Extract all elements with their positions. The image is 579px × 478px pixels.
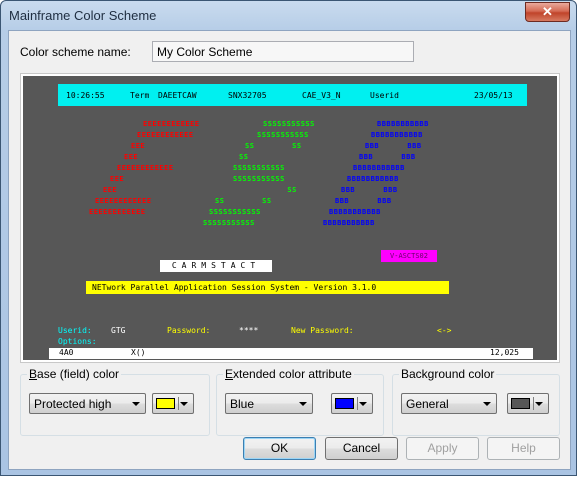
background-color-combo[interactable]: General xyxy=(401,393,497,414)
chevron-down-icon xyxy=(180,402,188,406)
logo-right-row: BBBBBBBBBBB xyxy=(377,120,429,128)
background-color-swatch xyxy=(511,398,530,409)
dialog-client-area: Color scheme name: My Color Scheme 10:26… xyxy=(8,30,571,470)
dialog-window: Mainframe Color Scheme ✕ Color scheme na… xyxy=(0,0,577,476)
logo-middle-row: SSSSSSSSSSS xyxy=(257,131,309,139)
close-button[interactable]: ✕ xyxy=(525,2,570,22)
status-mid: X() xyxy=(131,348,146,357)
base-color-accesskey: B xyxy=(29,367,38,381)
status-right: 12,025 xyxy=(490,348,519,357)
terminal-preview[interactable]: 10:26:55 Term DAEETCAW SNX32705 CAE_V3_N… xyxy=(23,76,557,360)
header-userid-label: Userid xyxy=(370,91,399,100)
header-bar: 10:26:55 Term DAEETCAW SNX32705 CAE_V3_N… xyxy=(58,84,527,106)
logo-left-row: EEEEEEEEEEEE xyxy=(117,164,174,172)
header-term: DAEETCAW xyxy=(158,91,197,100)
base-color-label: Base (field) color xyxy=(27,367,122,381)
extended-color-group: Extended color attribute Blue xyxy=(216,367,384,436)
logo-left-row: EEEEEEEEEEEE xyxy=(137,131,194,139)
chevron-down-icon xyxy=(359,402,367,406)
options-label: Options: xyxy=(58,337,97,346)
base-color-picker[interactable] xyxy=(152,393,194,414)
base-color-label-text: ase (field) color xyxy=(37,367,120,381)
password-value: **** xyxy=(239,326,259,335)
divider xyxy=(533,397,534,410)
logo-middle-row: SS xyxy=(239,153,249,161)
divider xyxy=(357,397,358,410)
header-snx: SNX32705 xyxy=(228,91,267,100)
scheme-name-input[interactable]: My Color Scheme xyxy=(152,41,414,62)
logo-right-row: BBB BBB xyxy=(359,153,416,161)
chevron-down-icon xyxy=(299,402,307,406)
chevron-down-icon xyxy=(132,402,140,406)
password-label: Password: xyxy=(167,326,211,335)
base-color-group: Base (field) color Protected high xyxy=(20,367,210,436)
extended-color-picker[interactable] xyxy=(331,393,373,414)
base-color-combo-value: Protected high xyxy=(34,397,112,411)
close-icon: ✕ xyxy=(542,4,553,19)
header-time: 10:26:55 xyxy=(66,91,105,100)
background-color-combo-value: General xyxy=(406,397,449,411)
apply-button[interactable]: Apply xyxy=(406,437,479,460)
company-banner: CARMSTACT xyxy=(160,260,272,272)
logo-middle-row: SS SS xyxy=(245,142,302,150)
background-color-group: Background color General xyxy=(392,367,560,436)
userid-value: GTG xyxy=(111,326,126,335)
chevron-down-icon xyxy=(535,402,543,406)
logo-right-row: BBBBBBBBBBB xyxy=(323,219,375,227)
header-date: 23/05/13 xyxy=(474,91,513,100)
chevron-down-icon xyxy=(483,402,491,406)
logo-left-row: EEEEEEEEEEEE xyxy=(95,197,152,205)
scheme-name-label: Color scheme name: xyxy=(20,45,131,59)
header-applid: CAE_V3_N xyxy=(302,91,341,100)
logo-right-row: BBB BBB xyxy=(335,197,392,205)
logo-left-row: EEE xyxy=(110,175,125,183)
product-banner: NETwork Parallel Application Session Sys… xyxy=(86,281,449,294)
field-arrow: <-> xyxy=(437,326,452,335)
logo-middle-row: SSSSSSSSSSS xyxy=(209,208,261,216)
logo-middle-row: SSSSSSSSSSS xyxy=(233,164,285,172)
ok-button[interactable]: OK xyxy=(243,437,316,460)
status-left: 4A0 xyxy=(59,348,74,357)
new-password-label: New Password: xyxy=(291,326,354,335)
help-button[interactable]: Help xyxy=(487,437,560,460)
extended-color-label-text: xtended color attribute xyxy=(233,367,352,381)
extended-color-label: Extended color attribute xyxy=(223,367,354,381)
logo-middle-row: SSSSSSSSSSS xyxy=(203,219,255,227)
divider xyxy=(178,397,179,410)
base-color-swatch xyxy=(156,398,175,409)
logo-right-row: BBBBBBBBBBB xyxy=(347,175,399,183)
header-term-label: Term xyxy=(130,91,150,100)
logo-left-row: EEEEEEEEEEEE xyxy=(143,120,200,128)
logo-middle-row: SSSSSSSSSSS xyxy=(233,175,285,183)
logo-left-row: EEEEEEEEEEEE xyxy=(89,208,146,216)
base-color-combo[interactable]: Protected high xyxy=(29,393,146,414)
extended-color-swatch xyxy=(335,398,354,409)
logo-middle-row: SS SS xyxy=(215,197,272,205)
version-badge: V-ASCTS02 xyxy=(381,250,437,262)
background-color-picker[interactable] xyxy=(507,393,549,414)
title-bar[interactable]: Mainframe Color Scheme ✕ xyxy=(1,1,576,29)
logo-right-row: BBBBBBBBBBB xyxy=(353,164,405,172)
extended-color-combo[interactable]: Blue xyxy=(225,393,313,414)
extended-color-accesskey: E xyxy=(225,367,234,381)
cancel-button[interactable]: Cancel xyxy=(325,437,398,460)
logo-right-row: BBB BBB xyxy=(341,186,398,194)
userid-label: Userid: xyxy=(58,326,92,335)
logo-middle-row: SSSSSSSSSSS xyxy=(263,120,315,128)
window-title: Mainframe Color Scheme xyxy=(9,8,157,23)
logo-middle-row: SS xyxy=(245,186,297,194)
preview-frame: 10:26:55 Term DAEETCAW SNX32705 CAE_V3_N… xyxy=(20,73,560,363)
logo-left-row: EEE xyxy=(103,186,118,194)
status-line: 4A0 X() 12,025 xyxy=(49,348,533,359)
logo-left-row: EEE xyxy=(131,142,146,150)
logo-left-row: EEE xyxy=(124,153,139,161)
logo-right-row: BBB BBB xyxy=(365,142,422,150)
logo-right-row: BBBBBBBBBBB xyxy=(371,131,423,139)
extended-color-combo-value: Blue xyxy=(230,397,255,411)
logo-right-row: BBBBBBBBBBB xyxy=(329,208,381,216)
background-color-label: Background color xyxy=(399,367,497,381)
